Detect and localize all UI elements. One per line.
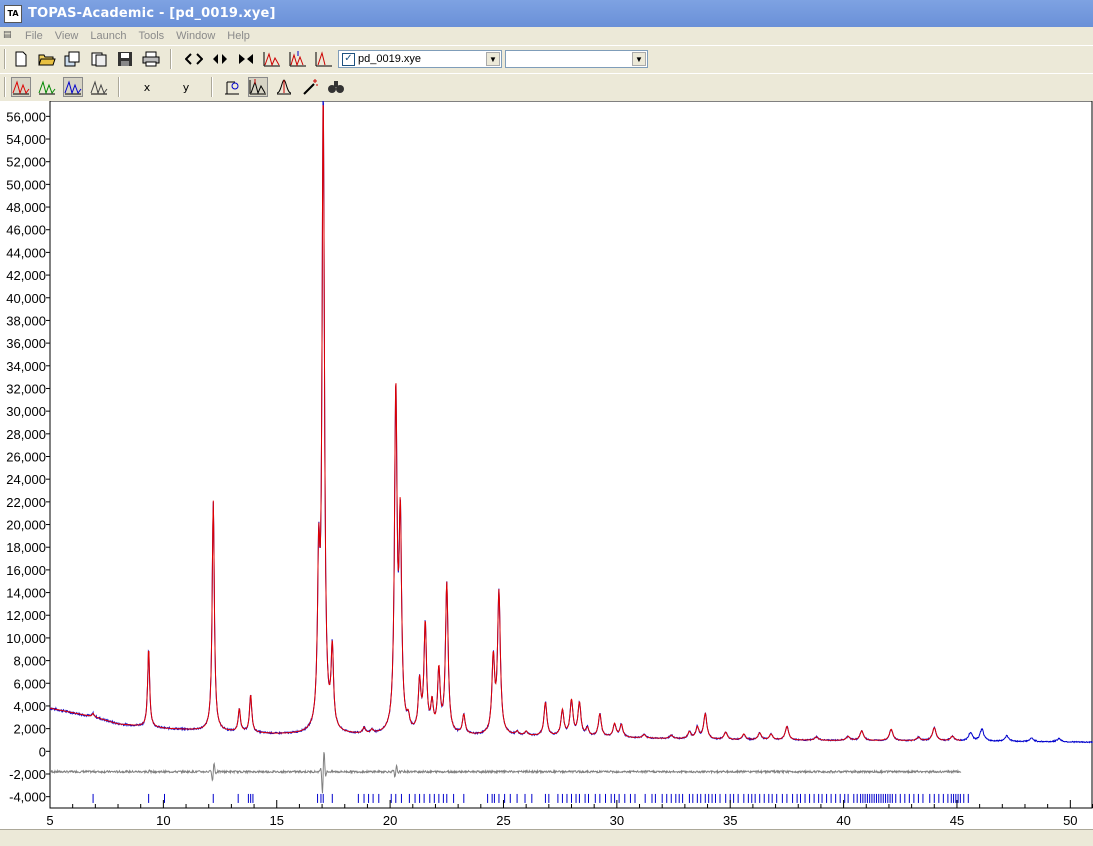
status-bar [0, 829, 1093, 846]
background-pattern-icon[interactable] [89, 77, 109, 97]
menu-help[interactable]: Help [221, 30, 256, 42]
y-tick-label: -2,000 [9, 767, 46, 782]
peak-tick-icon[interactable] [288, 49, 308, 69]
y-tick-label: 22,000 [6, 495, 46, 510]
x-tick-label: 35 [723, 813, 737, 828]
y-tick-label: 50,000 [6, 177, 46, 192]
x-tick-label: 30 [610, 813, 624, 828]
window-title: TOPAS-Academic - [pd_0019.xye] [28, 6, 276, 21]
y-axis-label: y [182, 80, 190, 94]
zoom-out-x-icon[interactable] [236, 49, 256, 69]
magic-wand-icon[interactable] [300, 77, 320, 97]
x-tick-label: 10 [156, 813, 170, 828]
toolbar-separator [211, 77, 213, 97]
save-icon[interactable] [115, 49, 135, 69]
y-tick-label: 52,000 [6, 155, 46, 170]
y-axis-button[interactable]: y [176, 77, 196, 97]
single-peak-icon[interactable] [274, 77, 294, 97]
x-tick-label: 45 [950, 813, 964, 828]
y-tick-label: 54,000 [6, 132, 46, 147]
menu-tools[interactable]: Tools [132, 30, 170, 42]
y-tick-label: 24,000 [6, 472, 46, 487]
y-tick-label: 40,000 [6, 291, 46, 306]
y-tick-label: 6,000 [13, 676, 46, 691]
y-tick-label: 14,000 [6, 586, 46, 601]
difference-pattern-blue-icon[interactable] [63, 77, 83, 97]
y-tick-label: 16,000 [6, 563, 46, 578]
view-toolbar: x y [0, 73, 1093, 102]
chevron-down-icon[interactable]: ▼ [486, 52, 500, 66]
y-tick-label: 38,000 [6, 313, 46, 328]
zoom-fit-width-icon[interactable] [184, 49, 204, 69]
file-select-combo[interactable]: ✓ pd_0019.xye ▼ [338, 50, 502, 68]
y-tick-label: 4,000 [13, 699, 46, 714]
open-folder-icon[interactable] [37, 49, 57, 69]
y-tick-label: 56,000 [6, 109, 46, 124]
y-tick-label: -4,000 [9, 790, 46, 805]
file-visible-checkbox[interactable]: ✓ [342, 52, 355, 66]
x-tick-label: 40 [836, 813, 850, 828]
zoom-in-x-icon[interactable] [210, 49, 230, 69]
y-tick-label: 18,000 [6, 540, 46, 555]
y-tick-label: 42,000 [6, 268, 46, 283]
x-tick-label: 15 [270, 813, 284, 828]
toolbar-separator [118, 77, 120, 97]
menu-bar: ▤ File View Launch Tools Window Help [0, 27, 1093, 44]
x-axis-button[interactable]: x [137, 77, 157, 97]
x-tick-label: 20 [383, 813, 397, 828]
observed-pattern-red-icon[interactable] [11, 77, 31, 97]
menu-window[interactable]: Window [170, 30, 221, 42]
diffraction-plot[interactable]: -4,000 -2,000 0 2,000 4,000 6,000 8,000 10,000 1… [0, 100, 1093, 829]
x-axis-label: x [143, 80, 151, 94]
new-file-icon[interactable] [11, 49, 31, 69]
secondary-select-combo[interactable]: ▼ [505, 50, 648, 68]
menu-view[interactable]: View [49, 30, 85, 42]
peak-fit-icon[interactable] [262, 49, 282, 69]
y-tick-label: 46,000 [6, 223, 46, 238]
main-toolbar: ✓ pd_0019.xye ▼ ▼ [0, 45, 1093, 74]
title-bar: TA TOPAS-Academic - [pd_0019.xye] [0, 0, 1093, 27]
menu-file[interactable]: File [19, 30, 49, 42]
y-tick-label: 2,000 [13, 722, 46, 737]
y-tick-label: 30,000 [6, 404, 46, 419]
peak-select-icon[interactable] [314, 49, 334, 69]
menu-launch[interactable]: Launch [84, 30, 132, 42]
y-tick-label: 32,000 [6, 381, 46, 396]
toolbar-grip[interactable] [4, 49, 6, 69]
copy-pages-icon[interactable] [89, 49, 109, 69]
scale-icon[interactable] [222, 77, 242, 97]
calculated-pattern-green-icon[interactable] [37, 77, 57, 97]
topas-app-icon[interactable]: TA [4, 4, 22, 23]
y-tick-label: 36,000 [6, 336, 46, 351]
y-tick-label: 8,000 [13, 654, 46, 669]
y-tick-label: 44,000 [6, 245, 46, 260]
binoculars-icon[interactable] [326, 77, 346, 97]
x-tick-label: 50 [1063, 813, 1077, 828]
open-multiple-icon[interactable] [63, 49, 83, 69]
y-tick-label: 28,000 [6, 427, 46, 442]
toolbar-separator [170, 49, 172, 69]
y-tick-label: 20,000 [6, 518, 46, 533]
diffraction-chart[interactable]: -4,000 -2,000 0 2,000 4,000 6,000 8,000 10,000 1… [0, 100, 1093, 829]
x-tick-label: 25 [496, 813, 510, 828]
x-tick-label: 5 [46, 813, 53, 828]
document-icon[interactable]: ▤ [3, 30, 19, 42]
y-tick-label: 26,000 [6, 450, 46, 465]
y-tick-label: 48,000 [6, 200, 46, 215]
y-tick-label: 12,000 [6, 608, 46, 623]
toolbar-grip[interactable] [4, 77, 6, 97]
y-tick-label: 34,000 [6, 359, 46, 374]
y-tick-label: 10,000 [6, 631, 46, 646]
peak-position-icon[interactable] [248, 77, 268, 97]
print-icon[interactable] [141, 49, 161, 69]
file-select-value: pd_0019.xye [358, 53, 421, 65]
chevron-down-icon[interactable]: ▼ [632, 52, 646, 66]
y-tick-label: 0 [39, 744, 46, 759]
